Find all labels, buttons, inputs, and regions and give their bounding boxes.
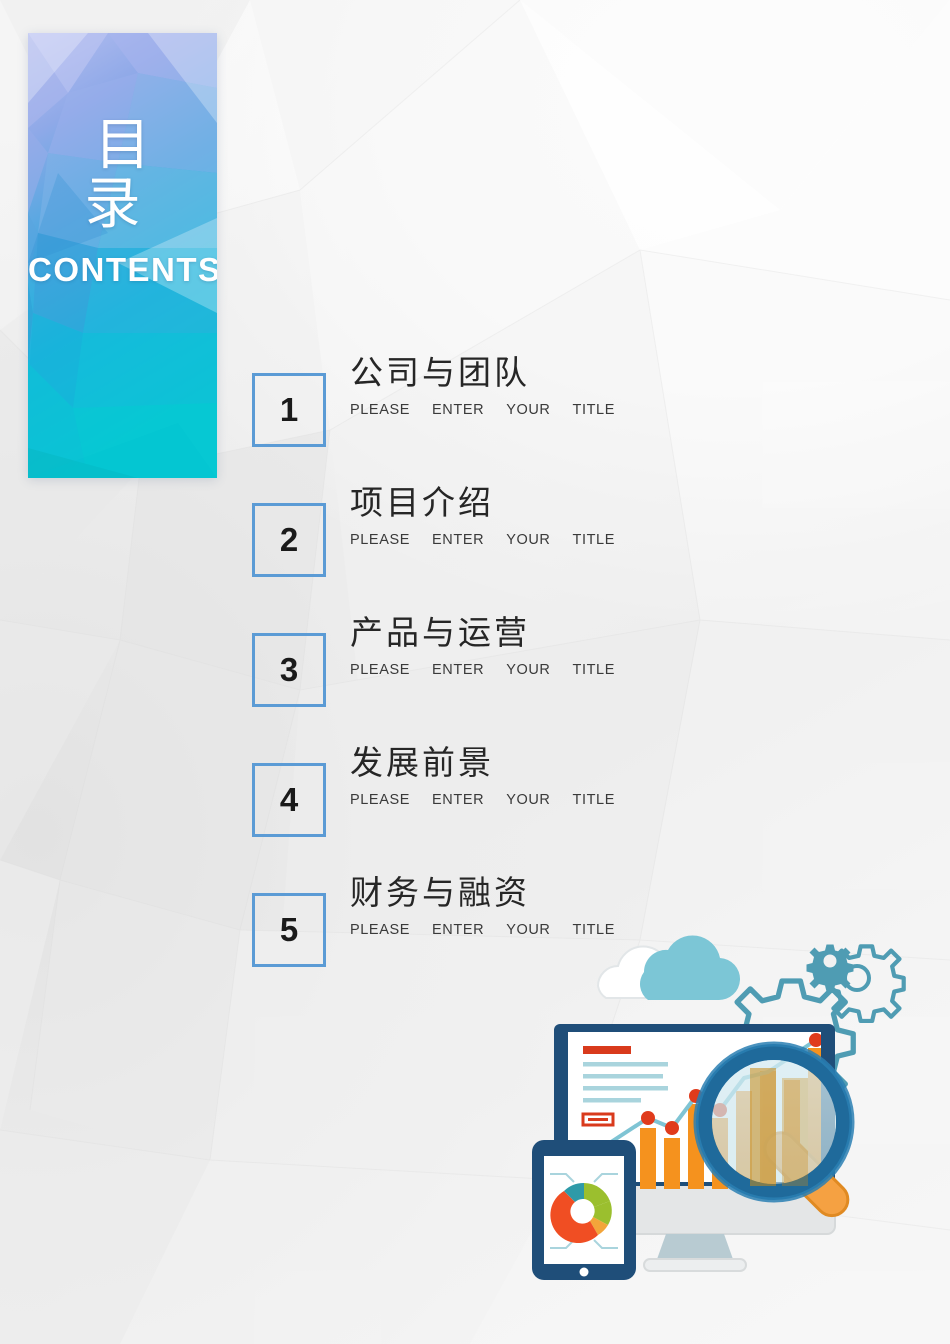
contents-list: 1 公司与团队 PLEASE ENTER YOUR TITLE 2 项目介绍 P… [252,352,672,1002]
toc-title: 产品与运营 [350,613,530,652]
toc-subtitle-word: YOUR [506,662,551,679]
toc-text-block: 公司与团队 PLEASE ENTER YOUR TITLE [350,352,615,418]
toc-subtitle-word: ENTER [432,922,485,939]
toc-subtitle-word: YOUR [506,402,551,419]
tablet-icon [532,1140,636,1280]
toc-number-badge: 3 [252,633,326,707]
toc-subtitle-word: PLEASE [350,922,411,939]
toc-subtitle-word: ENTER [432,662,485,679]
toc-subtitle-word: ENTER [432,402,485,419]
toc-text-block: 发展前景 PLEASE ENTER YOUR TITLE [350,742,615,808]
toc-item-2[interactable]: 2 项目介绍 PLEASE ENTER YOUR TITLE [252,482,672,577]
cloud-teal-icon [640,935,741,1001]
toc-item-4[interactable]: 4 发展前景 PLEASE ENTER YOUR TITLE [252,742,672,837]
toc-number-badge: 1 [252,373,326,447]
toc-item-3[interactable]: 3 产品与运营 PLEASE ENTER YOUR TITLE [252,612,672,707]
toc-subtitle: PLEASE ENTER YOUR TITLE [350,532,615,548]
toc-subtitle-word: ENTER [432,532,485,549]
toc-subtitle-word: TITLE [572,662,615,679]
gear-small-icon [806,944,854,992]
toc-subtitle-word: YOUR [506,532,551,549]
toc-subtitle-word: TITLE [572,402,615,419]
toc-number-badge: 4 [252,763,326,837]
toc-title: 财务与融资 [350,873,530,912]
toc-subtitle-word: PLEASE [350,662,411,679]
toc-title: 项目介绍 [350,483,494,522]
toc-subtitle-word: YOUR [506,792,551,809]
toc-subtitle-word: ENTER [432,792,485,809]
toc-text-block: 产品与运营 PLEASE ENTER YOUR TITLE [350,612,615,678]
toc-subtitle-word: PLEASE [350,402,411,419]
toc-number-badge: 5 [252,893,326,967]
toc-subtitle: PLEASE ENTER YOUR TITLE [350,792,615,808]
toc-subtitle-word: TITLE [572,532,615,549]
toc-subtitle: PLEASE ENTER YOUR TITLE [350,662,615,678]
toc-subtitle-word: TITLE [572,792,615,809]
toc-subtitle-word: PLEASE [350,792,411,809]
contents-cover-panel: 目 录 CONTENTS [28,33,217,478]
toc-subtitle: PLEASE ENTER YOUR TITLE [350,402,615,418]
toc-title: 发展前景 [350,743,494,782]
toc-number-badge: 2 [252,503,326,577]
data-analytics-illustration [520,928,920,1318]
toc-text-block: 项目介绍 PLEASE ENTER YOUR TITLE [350,482,615,548]
toc-subtitle-word: PLEASE [350,532,411,549]
toc-item-1[interactable]: 1 公司与团队 PLEASE ENTER YOUR TITLE [252,352,672,447]
slide-canvas: 目 录 CONTENTS 1 公司与团队 PLEASE ENTER YOUR T… [0,0,950,1344]
toc-title: 公司与团队 [350,353,530,392]
